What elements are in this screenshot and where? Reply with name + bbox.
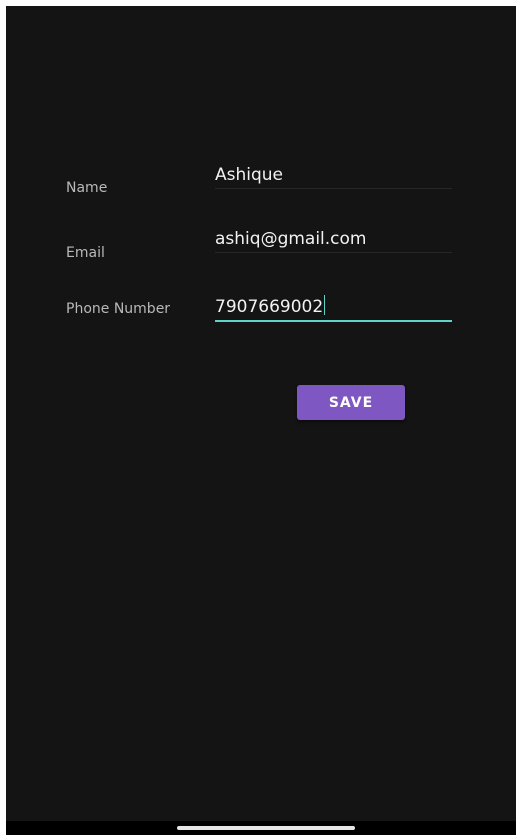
save-button[interactable]: SAVE xyxy=(297,385,405,420)
phone-number-label: Phone Number xyxy=(66,301,171,317)
system-navigation-bar xyxy=(6,821,516,835)
name-field[interactable]: Ashique xyxy=(215,162,452,189)
name-label: Name xyxy=(66,180,108,196)
email-label: Email xyxy=(66,245,105,261)
text-cursor xyxy=(324,295,326,315)
email-field[interactable]: ashiq@gmail.com xyxy=(215,226,452,253)
home-indicator[interactable] xyxy=(177,826,355,830)
phone-number-value: 7907669002 xyxy=(215,297,324,317)
phone-number-field[interactable]: 7907669002 xyxy=(215,294,452,322)
app-screen: Name Ashique Email ashiq@gmail.com Phone… xyxy=(6,6,516,835)
